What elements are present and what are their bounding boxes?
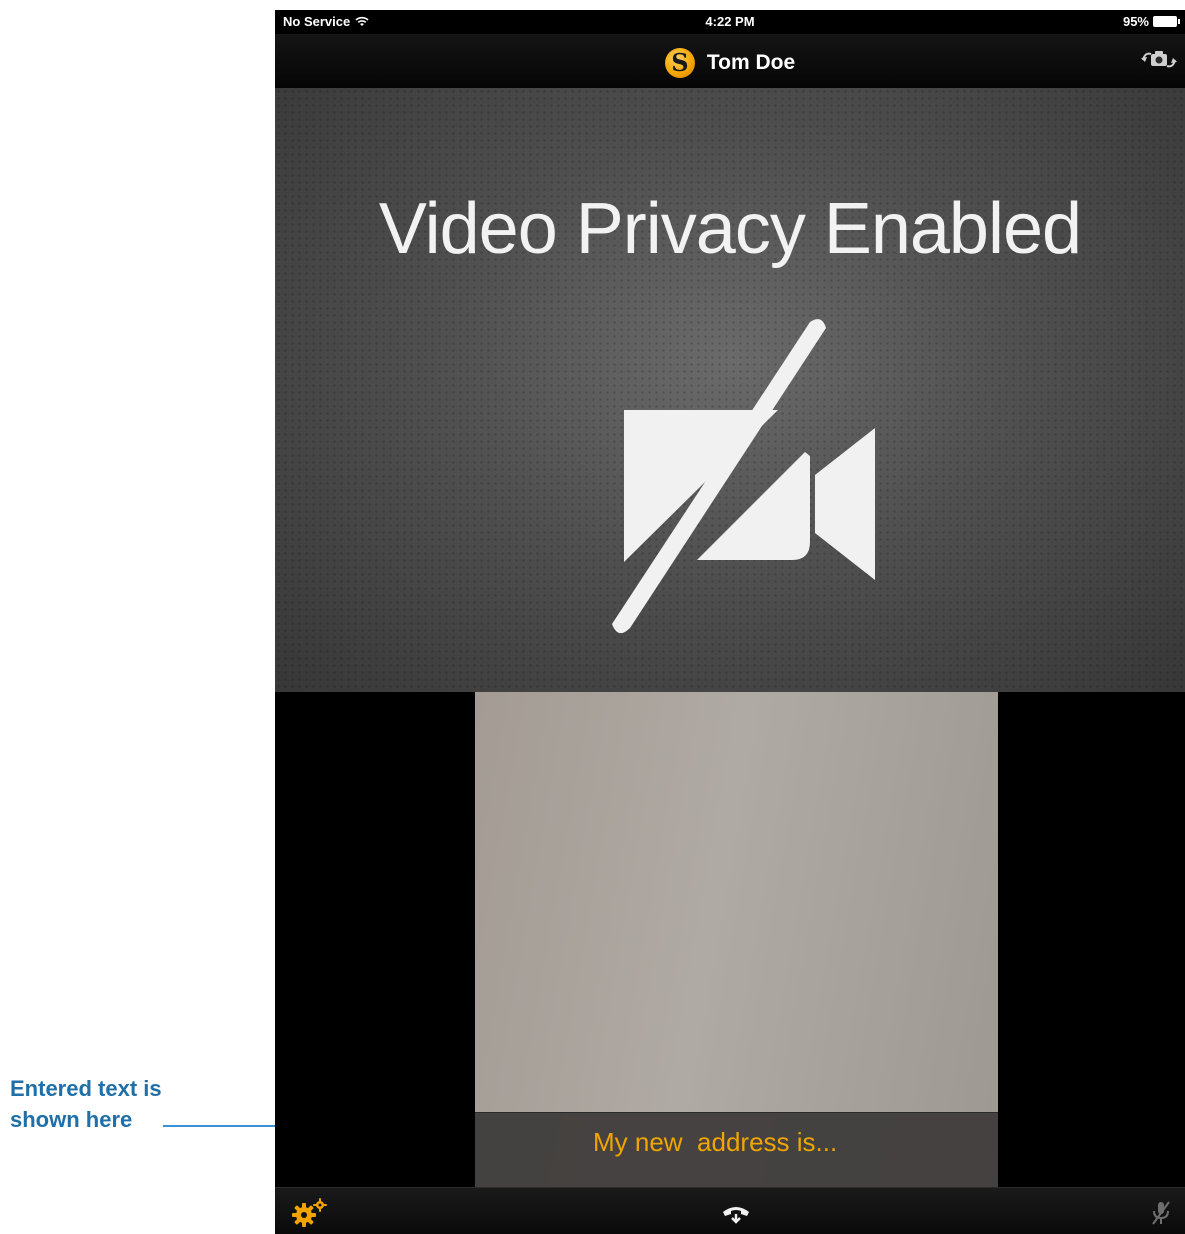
caller-name: Tom Doe — [706, 51, 796, 74]
bottom-toolbar — [275, 1187, 1185, 1234]
status-bar: No Service 4:22 PM 95% — [275, 10, 1185, 34]
caption-bar: My new address is... — [475, 1112, 998, 1187]
gears-icon[interactable] — [290, 1197, 330, 1229]
hang-up-icon[interactable] — [721, 1202, 751, 1224]
nav-title-group: S Tom Doe — [275, 48, 1185, 78]
app-logo: S — [664, 48, 695, 78]
device-screen: No Service 4:22 PM 95% S Tom Doe Video P… — [275, 10, 1185, 1234]
battery-percent: 95% — [1122, 14, 1149, 29]
status-right: 95% — [1122, 14, 1180, 29]
annotation-line-2: shown here — [10, 1107, 133, 1132]
annotation-line-1: Entered text is — [10, 1076, 162, 1101]
privacy-message: Video Privacy Enabled — [378, 189, 1082, 269]
microphone-mute-icon[interactable] — [1149, 1200, 1173, 1226]
self-view-video: My new address is... — [475, 692, 998, 1187]
video-off-icon — [612, 319, 875, 634]
status-time: 4:22 PM — [705, 14, 755, 29]
remote-video: Video Privacy Enabled — [275, 88, 1185, 692]
annotation-callout: Entered text is shown here — [10, 1073, 162, 1135]
nav-bar: S Tom Doe — [275, 34, 1185, 89]
camera-switch-icon[interactable] — [1141, 48, 1177, 72]
self-view-area: My new address is... — [275, 692, 1185, 1187]
caption-text: My new address is... — [593, 1127, 838, 1157]
battery-icon — [1153, 16, 1180, 27]
